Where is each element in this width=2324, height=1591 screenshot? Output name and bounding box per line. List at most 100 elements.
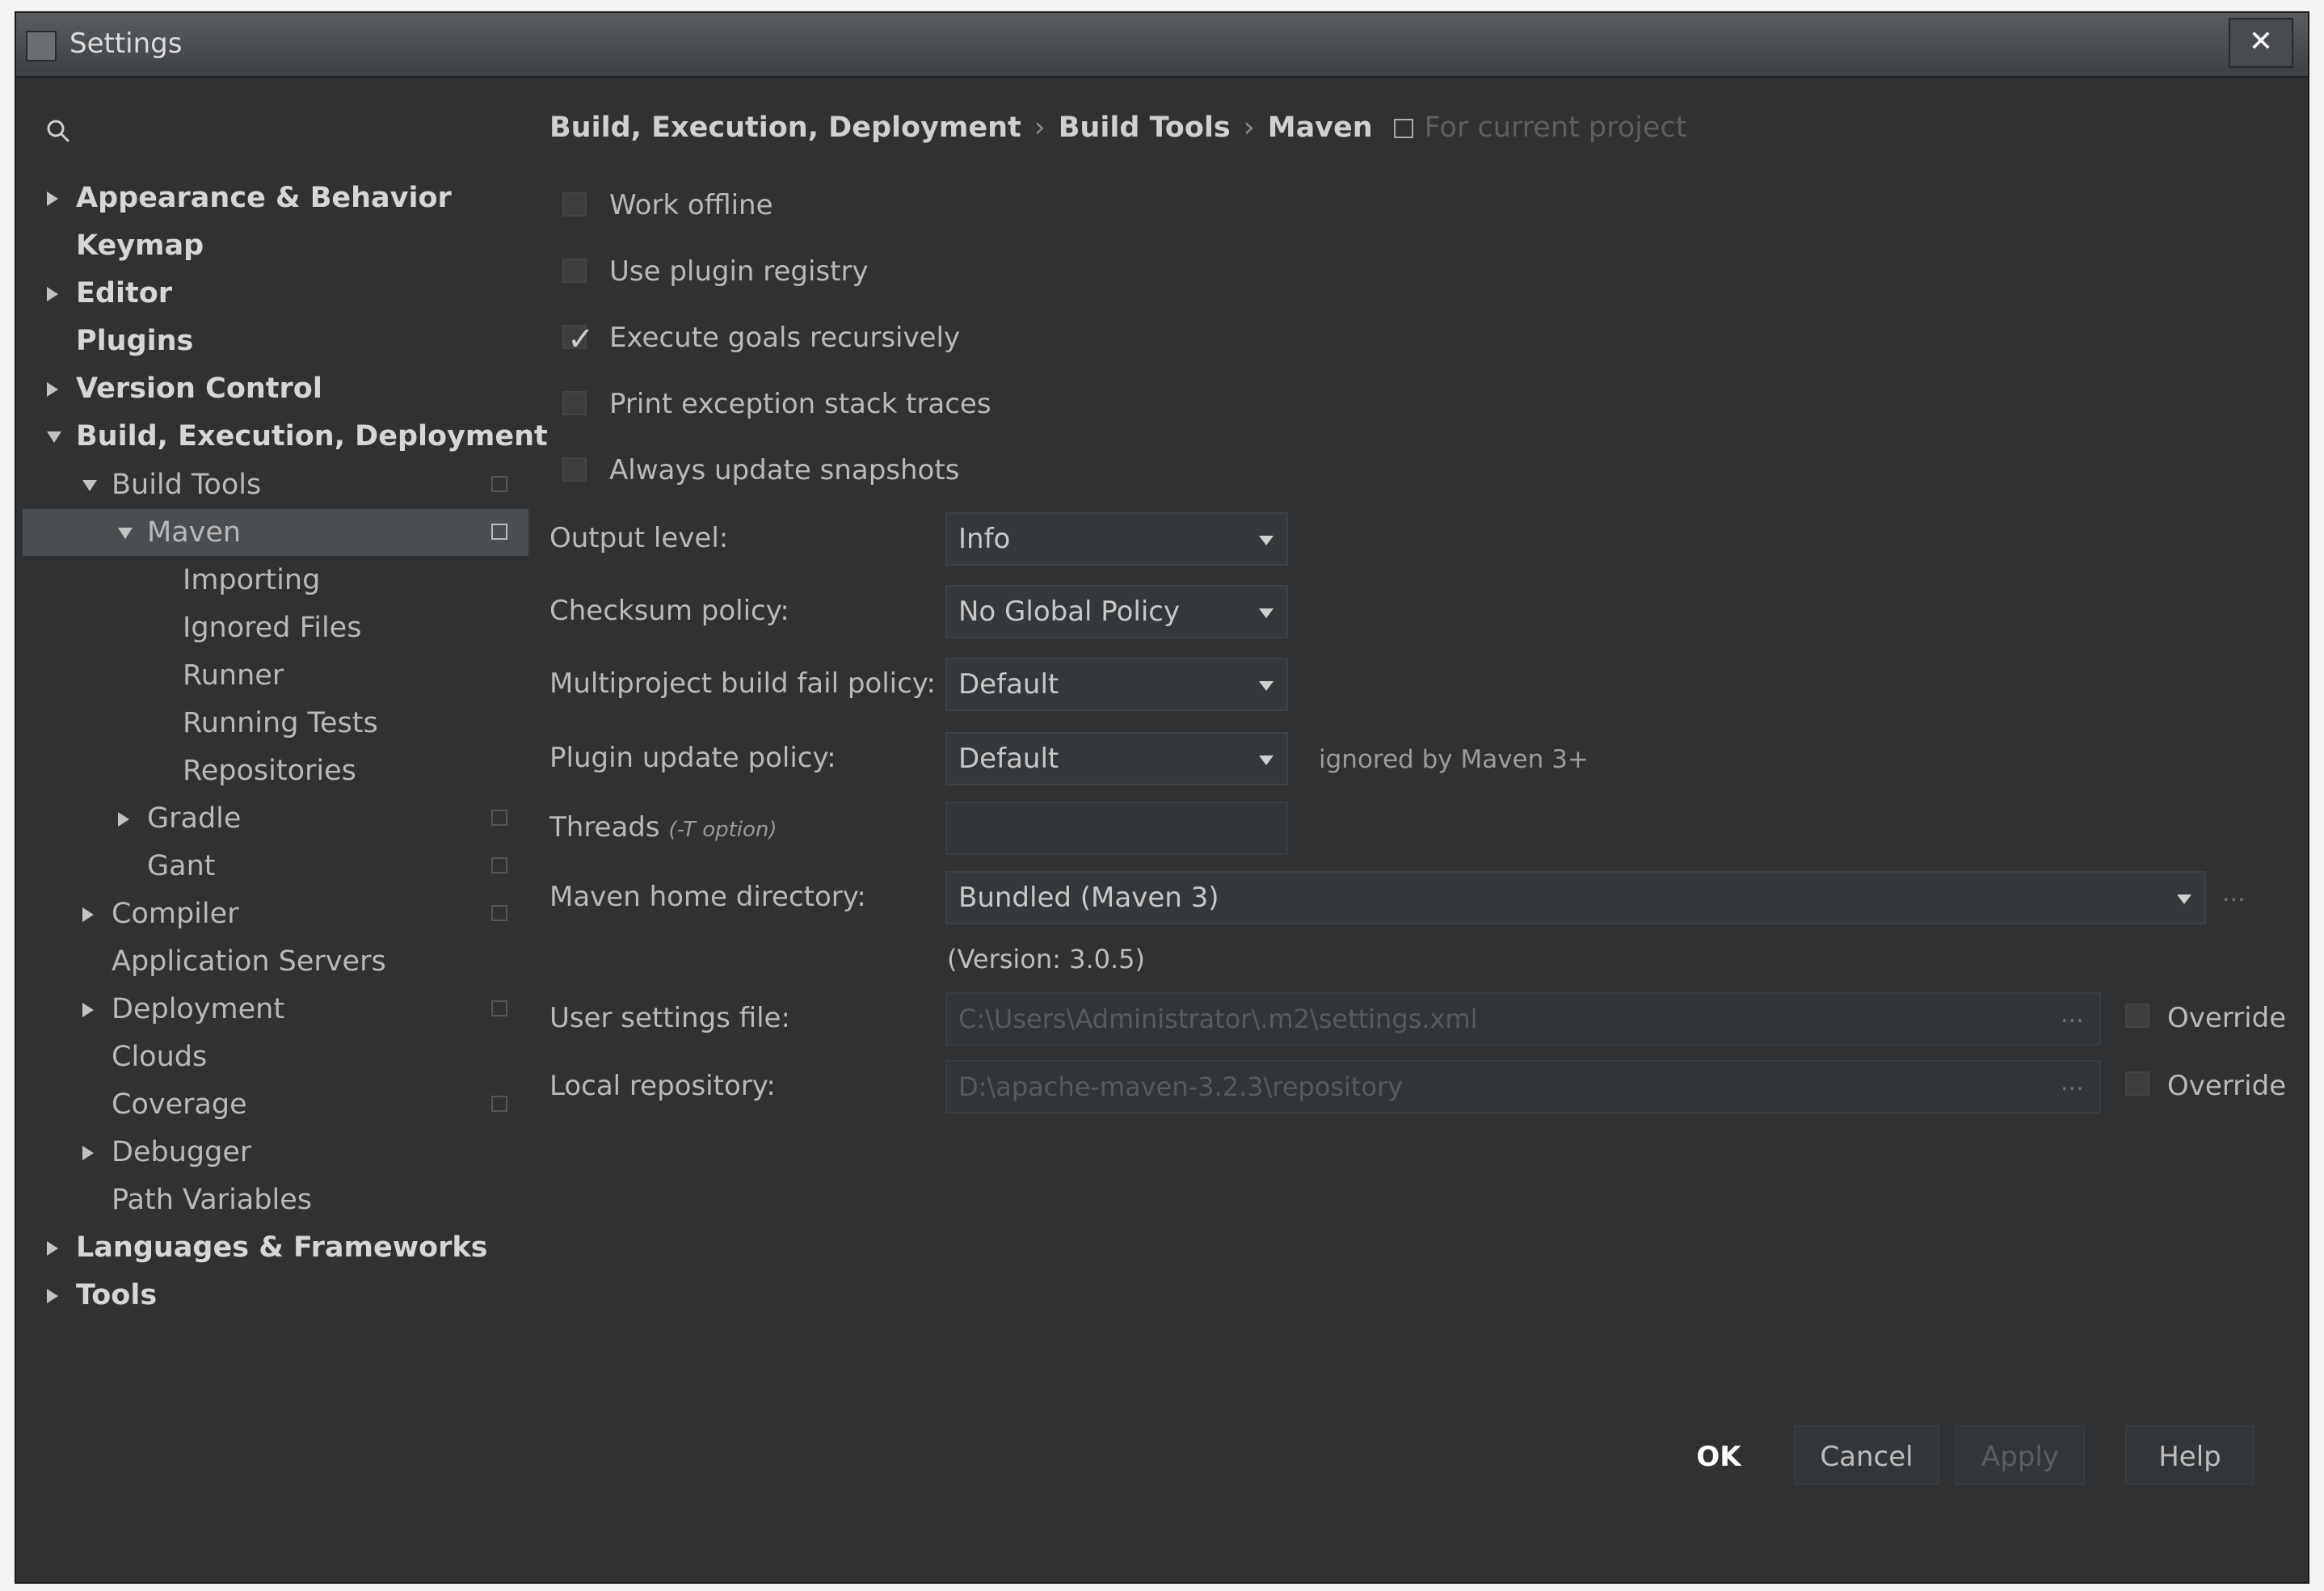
plugin-update-policy-value: Default (958, 743, 1059, 775)
user-settings-browse-button[interactable]: ... (2061, 1000, 2084, 1029)
chevron-down-icon (1259, 536, 1274, 545)
breadcrumb-separator: › (1243, 112, 1255, 144)
sidebar-item[interactable]: Plugins (23, 318, 528, 364)
local-repository-override-checkbox[interactable] (2125, 1071, 2149, 1096)
sidebar-item[interactable]: Editor (23, 270, 528, 317)
plugin-update-policy-combo[interactable]: Default (945, 732, 1288, 785)
sidebar-item[interactable]: Runner (23, 652, 528, 699)
help-button[interactable]: Help (2125, 1425, 2255, 1485)
threads-input[interactable] (945, 802, 1288, 855)
output-level-value: Info (958, 523, 1011, 555)
collapsed-arrow-icon[interactable] (82, 907, 94, 922)
sidebar-item-label: Editor (76, 277, 172, 309)
checkbox[interactable] (562, 457, 587, 482)
breadcrumb-item: Build Tools (1058, 112, 1231, 144)
search-icon[interactable] (45, 118, 71, 144)
checkbox[interactable] (562, 259, 587, 283)
title-bar: Settings ✕ (16, 13, 2308, 78)
maven-home-combo[interactable]: Bundled (Maven 3) (945, 871, 2206, 924)
sidebar-item[interactable]: Repositories (23, 747, 528, 794)
local-repository-browse-button[interactable]: ... (2061, 1068, 2084, 1096)
apply-button[interactable]: Apply (1956, 1425, 2085, 1485)
expanded-arrow-icon[interactable] (82, 480, 97, 491)
checkbox[interactable] (562, 391, 587, 415)
sidebar-item[interactable]: Appearance & Behavior (23, 175, 528, 221)
expanded-arrow-icon[interactable] (118, 528, 133, 539)
project-scope-icon (491, 1000, 507, 1016)
sidebar-item-label: Plugins (76, 325, 194, 357)
collapsed-arrow-icon[interactable] (118, 812, 129, 827)
sidebar-item[interactable]: Build, Execution, Deployment (23, 413, 548, 460)
checkbox-label: Use plugin registry (609, 255, 869, 288)
user-settings-override-checkbox[interactable] (2125, 1004, 2149, 1028)
sidebar-item[interactable]: Ignored Files (23, 604, 528, 651)
sidebar-item-label: Clouds (112, 1041, 208, 1073)
collapsed-arrow-icon[interactable] (47, 1289, 58, 1303)
project-scope-icon (491, 905, 507, 921)
maven-settings-panel: Build, Execution, Deployment › Build Tools… (549, 90, 2308, 1582)
sidebar-item[interactable]: Maven (23, 509, 528, 556)
sidebar-item[interactable]: Path Variables (23, 1176, 528, 1223)
sidebar-item[interactable]: Compiler (23, 890, 528, 937)
fail-policy-combo[interactable]: Default (945, 658, 1288, 711)
collapsed-arrow-icon[interactable] (47, 1241, 58, 1256)
collapsed-arrow-icon[interactable] (47, 382, 58, 397)
fail-policy-label: Multiproject build fail policy: (549, 667, 936, 700)
sidebar-item[interactable]: Tools (23, 1272, 528, 1319)
close-button[interactable]: ✕ (2229, 18, 2293, 68)
checkbox-label: Print exception stack traces (609, 388, 991, 420)
sidebar-item[interactable]: Deployment (23, 986, 528, 1033)
sidebar-item[interactable]: Coverage (23, 1081, 528, 1128)
sidebar-item[interactable]: Application Servers (23, 938, 528, 985)
maven-home-label: Maven home directory: (549, 881, 866, 913)
breadcrumb-separator: › (1034, 112, 1046, 144)
user-settings-override-label: Override (2167, 1002, 2287, 1034)
collapsed-arrow-icon[interactable] (82, 1146, 94, 1160)
sidebar-item[interactable]: Keymap (23, 222, 528, 269)
sidebar-item-label: Appearance & Behavior (76, 182, 452, 214)
sidebar-item-label: Debugger (112, 1136, 252, 1168)
collapsed-arrow-icon[interactable] (47, 287, 58, 301)
sidebar-item[interactable]: Gradle (23, 795, 528, 842)
sidebar-item-label: Runner (183, 659, 284, 692)
sidebar-item[interactable]: Importing (23, 557, 528, 604)
project-scope-icon (491, 476, 507, 492)
expanded-arrow-icon[interactable] (47, 431, 61, 443)
sidebar-item-label: Gant (147, 850, 216, 882)
checkbox[interactable] (562, 192, 587, 217)
window-title: Settings (69, 27, 183, 60)
sidebar-item-label: Keymap (76, 229, 204, 262)
sidebar-item[interactable]: Version Control (23, 365, 528, 412)
output-level-combo[interactable]: Info (945, 512, 1288, 566)
chevron-down-icon (1259, 756, 1274, 765)
sidebar-item-label: Path Variables (112, 1184, 312, 1216)
collapsed-arrow-icon[interactable] (47, 192, 58, 206)
sidebar-item-label: Languages & Frameworks (76, 1231, 488, 1264)
checksum-policy-combo[interactable]: No Global Policy (945, 585, 1288, 638)
chevron-down-icon (2177, 894, 2191, 904)
checkbox-label: Work offline (609, 189, 773, 221)
sidebar-item[interactable]: Clouds (23, 1033, 528, 1080)
checkbox[interactable]: ✓ (562, 321, 595, 358)
breadcrumb: Build, Execution, Deployment › Build Tools… (549, 112, 1686, 144)
settings-window: Settings ✕ Appearance & Behavior Keymap Ed… (15, 11, 2309, 1584)
sidebar-item-label: Build Tools (112, 469, 262, 501)
user-settings-label: User settings file: (549, 1002, 790, 1034)
collapsed-arrow-icon[interactable] (82, 1003, 94, 1017)
maven-home-browse-button[interactable]: ... (2222, 879, 2246, 907)
sidebar-item[interactable]: Running Tests (23, 700, 528, 747)
ok-button[interactable]: OK (1666, 1425, 1771, 1485)
sidebar-item-label: Gradle (147, 802, 242, 835)
sidebar-item[interactable]: Languages & Frameworks (23, 1224, 528, 1271)
sidebar-item[interactable]: Debugger (23, 1129, 528, 1176)
sidebar-item-label: Tools (76, 1279, 158, 1311)
sidebar-item-label: Repositories (183, 755, 356, 787)
sidebar-item[interactable]: Gant (23, 843, 528, 890)
user-settings-input[interactable]: C:\Users\Administrator\.m2\settings.xml (945, 992, 2101, 1046)
project-scope-icon (491, 1096, 507, 1112)
sidebar-item-label: Ignored Files (183, 612, 362, 644)
local-repository-input[interactable]: D:\apache-maven-3.2.3\repository (945, 1060, 2101, 1113)
sidebar-item-label: Coverage (112, 1088, 247, 1121)
cancel-button[interactable]: Cancel (1794, 1425, 1939, 1485)
sidebar-item[interactable]: Build Tools (23, 461, 528, 508)
